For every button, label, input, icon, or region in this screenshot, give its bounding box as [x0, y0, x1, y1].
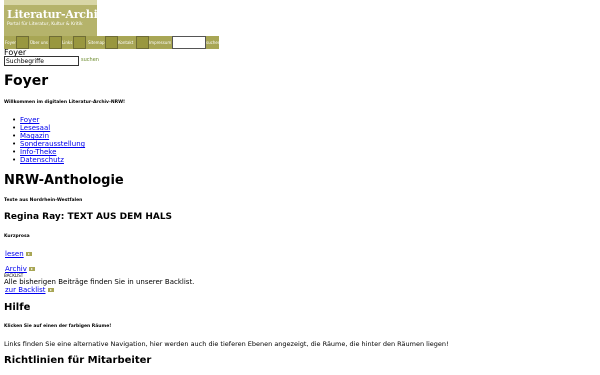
arrow-right-icon	[47, 288, 54, 292]
arrow-right-icon	[28, 267, 35, 271]
nav-item-sitemap[interactable]: Sitemap	[88, 36, 105, 48]
list-item: Datenschutz	[12, 156, 85, 164]
nav-image-box[interactable]	[136, 36, 149, 49]
logo-top-bar	[4, 0, 97, 5]
guidelines-heading: Richtlinien für Mitarbeiter	[4, 355, 152, 366]
room-link-datenschutz[interactable]: Datenschutz	[20, 156, 64, 164]
nav-item-foyer[interactable]: Foyer	[5, 36, 16, 48]
logo-title: Literatur-Archiv-NRW	[7, 8, 139, 21]
nav-image-box[interactable]	[105, 36, 118, 49]
nav-item-kontakt[interactable]: Kontakt	[118, 36, 133, 48]
archive-link-row: Archiv	[5, 265, 35, 273]
help-text: Links finden Sie eine alternative Naviga…	[4, 340, 449, 348]
list-item: Sonderausstellung	[12, 140, 85, 148]
page-title: Foyer	[4, 73, 49, 89]
list-item: Magazin	[12, 132, 85, 140]
archive-link[interactable]: Archiv	[5, 265, 27, 273]
room-nav-list: Foyer Lesesaal Magazin Sonderausstellung…	[12, 116, 85, 164]
nav-image-box[interactable]	[49, 36, 62, 49]
room-link-info-theke[interactable]: Info-Theke	[20, 148, 56, 156]
welcome-text: Willkommen im digitalen Literatur-Archiv…	[4, 100, 126, 105]
backlist-link[interactable]: zur Backlist	[5, 286, 46, 294]
nav-search-button[interactable]: suchen	[206, 36, 220, 49]
room-link-sonderausstellung[interactable]: Sonderausstellung	[20, 140, 85, 148]
help-heading: Hilfe	[4, 302, 31, 313]
room-link-magazin[interactable]: Magazin	[20, 132, 49, 140]
site-logo[interactable]: Literatur-Archiv-NRW Portal für Literatu…	[4, 0, 139, 36]
arrow-right-icon	[25, 252, 32, 256]
list-item: Foyer	[12, 116, 85, 124]
backlist-text: Alle bisherigen Beiträge finden Sie in u…	[4, 278, 195, 286]
logo-tagline: Portal für Literatur, Kultur & Kritik	[7, 22, 83, 27]
list-item: Lesesaal	[12, 124, 85, 132]
top-nav: Foyer Über uns Links Sitemap Kontakt Imp…	[4, 36, 220, 49]
search-input[interactable]	[4, 56, 79, 66]
search-button[interactable]: suchen	[81, 57, 99, 63]
nav-item-impressum[interactable]: Impressum	[149, 36, 171, 48]
read-link-row: lesen	[5, 250, 32, 258]
nav-item-links[interactable]: Links	[62, 36, 72, 48]
room-link-lesesaal[interactable]: Lesesaal	[20, 124, 50, 132]
anthology-subtitle: Texte aus Nordrhein-Westfalen	[4, 198, 83, 203]
anthology-heading: NRW-Anthologie	[4, 173, 124, 188]
backlist-link-row: zur Backlist	[5, 286, 54, 294]
nav-item-ueber-uns[interactable]: Über uns	[30, 36, 48, 48]
room-link-foyer[interactable]: Foyer	[20, 116, 39, 124]
read-link[interactable]: lesen	[5, 250, 24, 258]
list-item: Info-Theke	[12, 148, 85, 156]
help-subtitle: Klicken Sie auf einen der farbigen Räume…	[4, 324, 112, 329]
work-title: Regina Ray: TEXT AUS DEM HALS	[4, 212, 173, 222]
nav-image-box[interactable]	[73, 36, 86, 49]
work-genre: Kurzprosa	[4, 234, 30, 239]
nav-search-input[interactable]	[172, 36, 206, 49]
